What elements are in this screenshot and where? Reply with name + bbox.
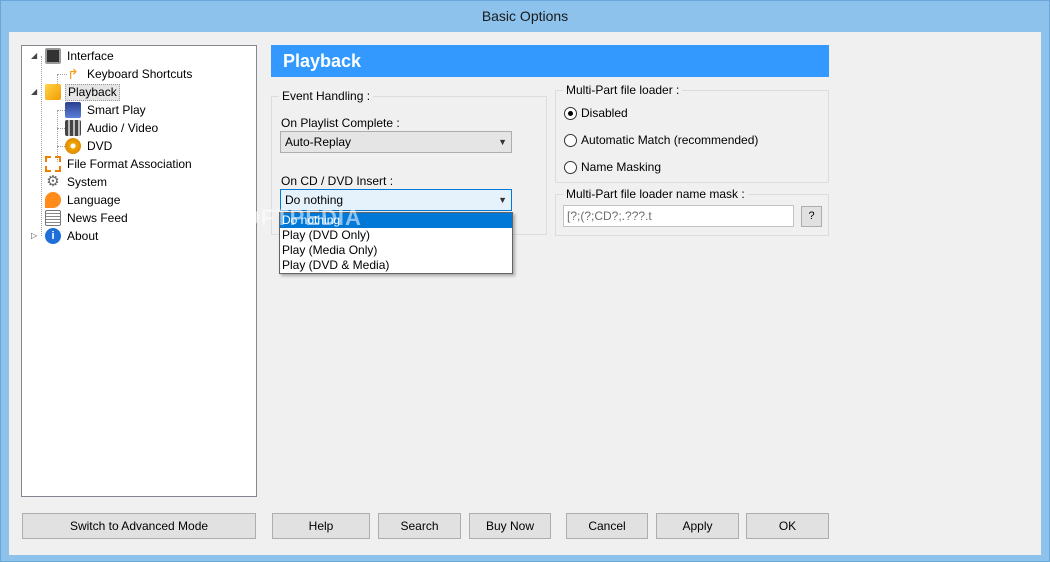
tree-connector (41, 56, 42, 236)
window-title: Basic Options (481, 8, 569, 24)
tree-item-label: Interface (67, 49, 114, 63)
dropdown-option[interactable]: Play (DVD & Media) (280, 258, 512, 273)
graduation-cap-icon (65, 102, 81, 118)
radio-automatic-match[interactable]: Automatic Match (recommended) (564, 132, 758, 148)
tree-item-keyboard-shortcuts[interactable]: ↱ Keyboard Shortcuts (65, 65, 194, 83)
radio-label: Disabled (581, 106, 628, 120)
cursor-icon: ↱ (67, 66, 79, 82)
tree-item-smart-play[interactable]: Smart Play (65, 101, 148, 119)
cd-insert-select[interactable]: Do nothing ▼ (280, 189, 512, 211)
cd-insert-value: Do nothing (285, 193, 344, 207)
name-mask-help-button[interactable]: ? (801, 206, 822, 227)
client-area: ◢ ◢ ▷ Interface ↱ Keyboard Shortcuts Pla… (9, 32, 1041, 555)
expand-icon[interactable]: ▷ (31, 232, 39, 240)
buy-now-button[interactable]: Buy Now (469, 513, 551, 539)
multipart-loader-title: Multi-Part file loader : (563, 83, 683, 97)
playlist-complete-value: Auto-Replay (285, 135, 352, 149)
tree-item-label: Audio / Video (87, 121, 159, 135)
tree-item-label: Playback (65, 83, 120, 101)
chevron-down-icon: ▼ (498, 137, 507, 147)
film-icon (65, 120, 81, 136)
tree-item-label: Keyboard Shortcuts (87, 67, 193, 81)
dropdown-option[interactable]: Play (Media Only) (280, 243, 512, 258)
radio-circle[interactable] (564, 160, 577, 174)
gear-icon: ⚙ (46, 173, 60, 190)
tree-item-dvd[interactable]: DVD (65, 137, 114, 155)
news-icon (45, 210, 61, 226)
ok-button[interactable]: OK (746, 513, 829, 539)
collapse-icon[interactable]: ◢ (31, 88, 39, 96)
tree-item-about[interactable]: i About (45, 227, 100, 245)
tree-item-system[interactable]: ⚙ System (45, 173, 109, 191)
event-handling-title: Event Handling : (279, 89, 374, 103)
collapse-icon[interactable]: ◢ (31, 52, 39, 60)
name-mask-group: Multi-Part file loader name mask : [?;(?… (555, 187, 829, 236)
multipart-loader-group: Multi-Part file loader : Disabled Automa… (555, 83, 829, 183)
dvd-icon (65, 138, 81, 154)
playlist-complete-label: On Playlist Complete : (281, 116, 400, 130)
dropdown-option[interactable]: Play (DVD Only) (280, 228, 512, 243)
radio-circle[interactable] (564, 133, 577, 147)
info-icon: i (45, 228, 61, 244)
tree-item-label: System (67, 175, 108, 189)
apply-button[interactable]: Apply (656, 513, 739, 539)
cd-insert-label: On CD / DVD Insert : (281, 174, 394, 188)
chevron-down-icon: ▼ (498, 195, 507, 205)
tree-item-label: Language (67, 193, 121, 207)
tree-item-label: News Feed (67, 211, 128, 225)
cancel-button[interactable]: Cancel (566, 513, 648, 539)
radio-disabled[interactable]: Disabled (564, 105, 628, 121)
search-button[interactable]: Search (378, 513, 461, 539)
playlist-complete-select[interactable]: Auto-Replay ▼ (280, 131, 512, 153)
tree-item-label: DVD (87, 139, 113, 153)
advanced-mode-button[interactable]: Switch to Advanced Mode (22, 513, 256, 539)
radio-label: Name Masking (581, 160, 662, 174)
tree-item-file-format-association[interactable]: File Format Association (45, 155, 194, 173)
dropdown-option[interactable]: Do nothing (280, 213, 512, 228)
name-mask-input[interactable]: [?;(?;CD?;.???.t (563, 205, 794, 227)
tree-item-news-feed[interactable]: News Feed (45, 209, 130, 227)
radio-name-masking[interactable]: Name Masking (564, 159, 661, 175)
network-icon (45, 156, 61, 172)
radio-circle-checked[interactable] (564, 106, 577, 120)
speech-bubble-icon (45, 192, 61, 208)
options-tree[interactable]: ◢ ◢ ▷ Interface ↱ Keyboard Shortcuts Pla… (21, 45, 257, 497)
name-mask-title: Multi-Part file loader name mask : (563, 187, 748, 201)
pencil-icon (45, 84, 61, 100)
radio-label: Automatic Match (recommended) (581, 133, 759, 147)
tree-item-interface[interactable]: Interface (45, 47, 116, 65)
tree-item-audio-video[interactable]: Audio / Video (65, 119, 160, 137)
tree-item-playback[interactable]: Playback (45, 83, 120, 101)
options-window: Basic Options ◢ ◢ ▷ Interface ↱ Keyboard… (0, 0, 1050, 562)
tree-item-label: File Format Association (67, 157, 192, 171)
tree-item-label: Smart Play (87, 103, 146, 117)
tree-item-language[interactable]: Language (45, 191, 122, 209)
help-button[interactable]: Help (272, 513, 370, 539)
tree-item-label: About (67, 229, 99, 243)
panel-title: Playback (271, 45, 829, 77)
cd-insert-dropdown[interactable]: Do nothing Play (DVD Only) Play (Media O… (279, 212, 513, 274)
monitor-icon (45, 48, 61, 64)
